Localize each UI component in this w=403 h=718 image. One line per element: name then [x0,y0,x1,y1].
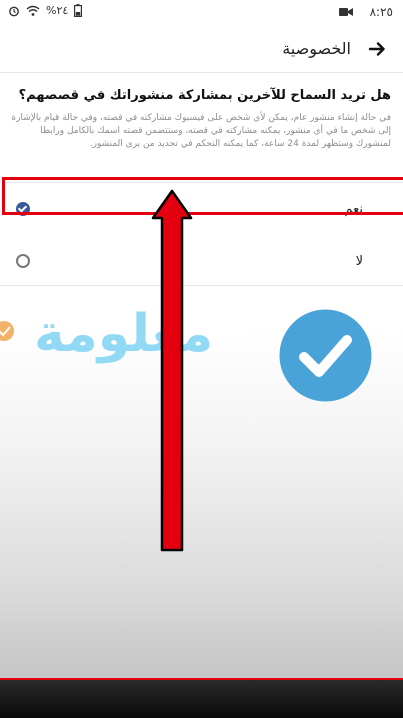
top-bar: الخصوصية [0,30,403,73]
divider [0,182,403,183]
back-arrow-icon[interactable] [367,39,387,59]
option-no[interactable]: لا [0,240,403,286]
bottom-bar [0,680,403,718]
status-time: ٨:٢٥ [369,5,393,19]
option-yes-label: نعم [344,202,363,217]
orange-badge-icon [0,321,14,341]
up-arrow-icon [151,189,193,552]
radio-unchecked-icon[interactable] [16,254,30,268]
video-camera-icon [339,8,353,16]
option-yes[interactable]: نعم [0,188,403,234]
description-text: في حالة إنشاء منشور عام، يمكن لأي شخص عل… [11,113,391,149]
page-title: الخصوصية [282,39,351,58]
battery-percentage: %٢٤ [46,4,69,17]
option-no-label: لا [355,254,363,269]
check-logo-icon [279,309,372,402]
alarm-icon [9,6,19,16]
status-icons: %٢٤ [8,4,83,17]
wifi-icon [26,5,40,16]
divider [0,285,403,286]
question-heading: هل تريد السماح للآخرين بمشاركة منشوراتك … [18,88,391,103]
radio-checked-icon[interactable] [16,202,30,216]
status-bar: %٢٤ ٨:٢٥ [0,0,403,26]
battery-icon [74,4,83,17]
